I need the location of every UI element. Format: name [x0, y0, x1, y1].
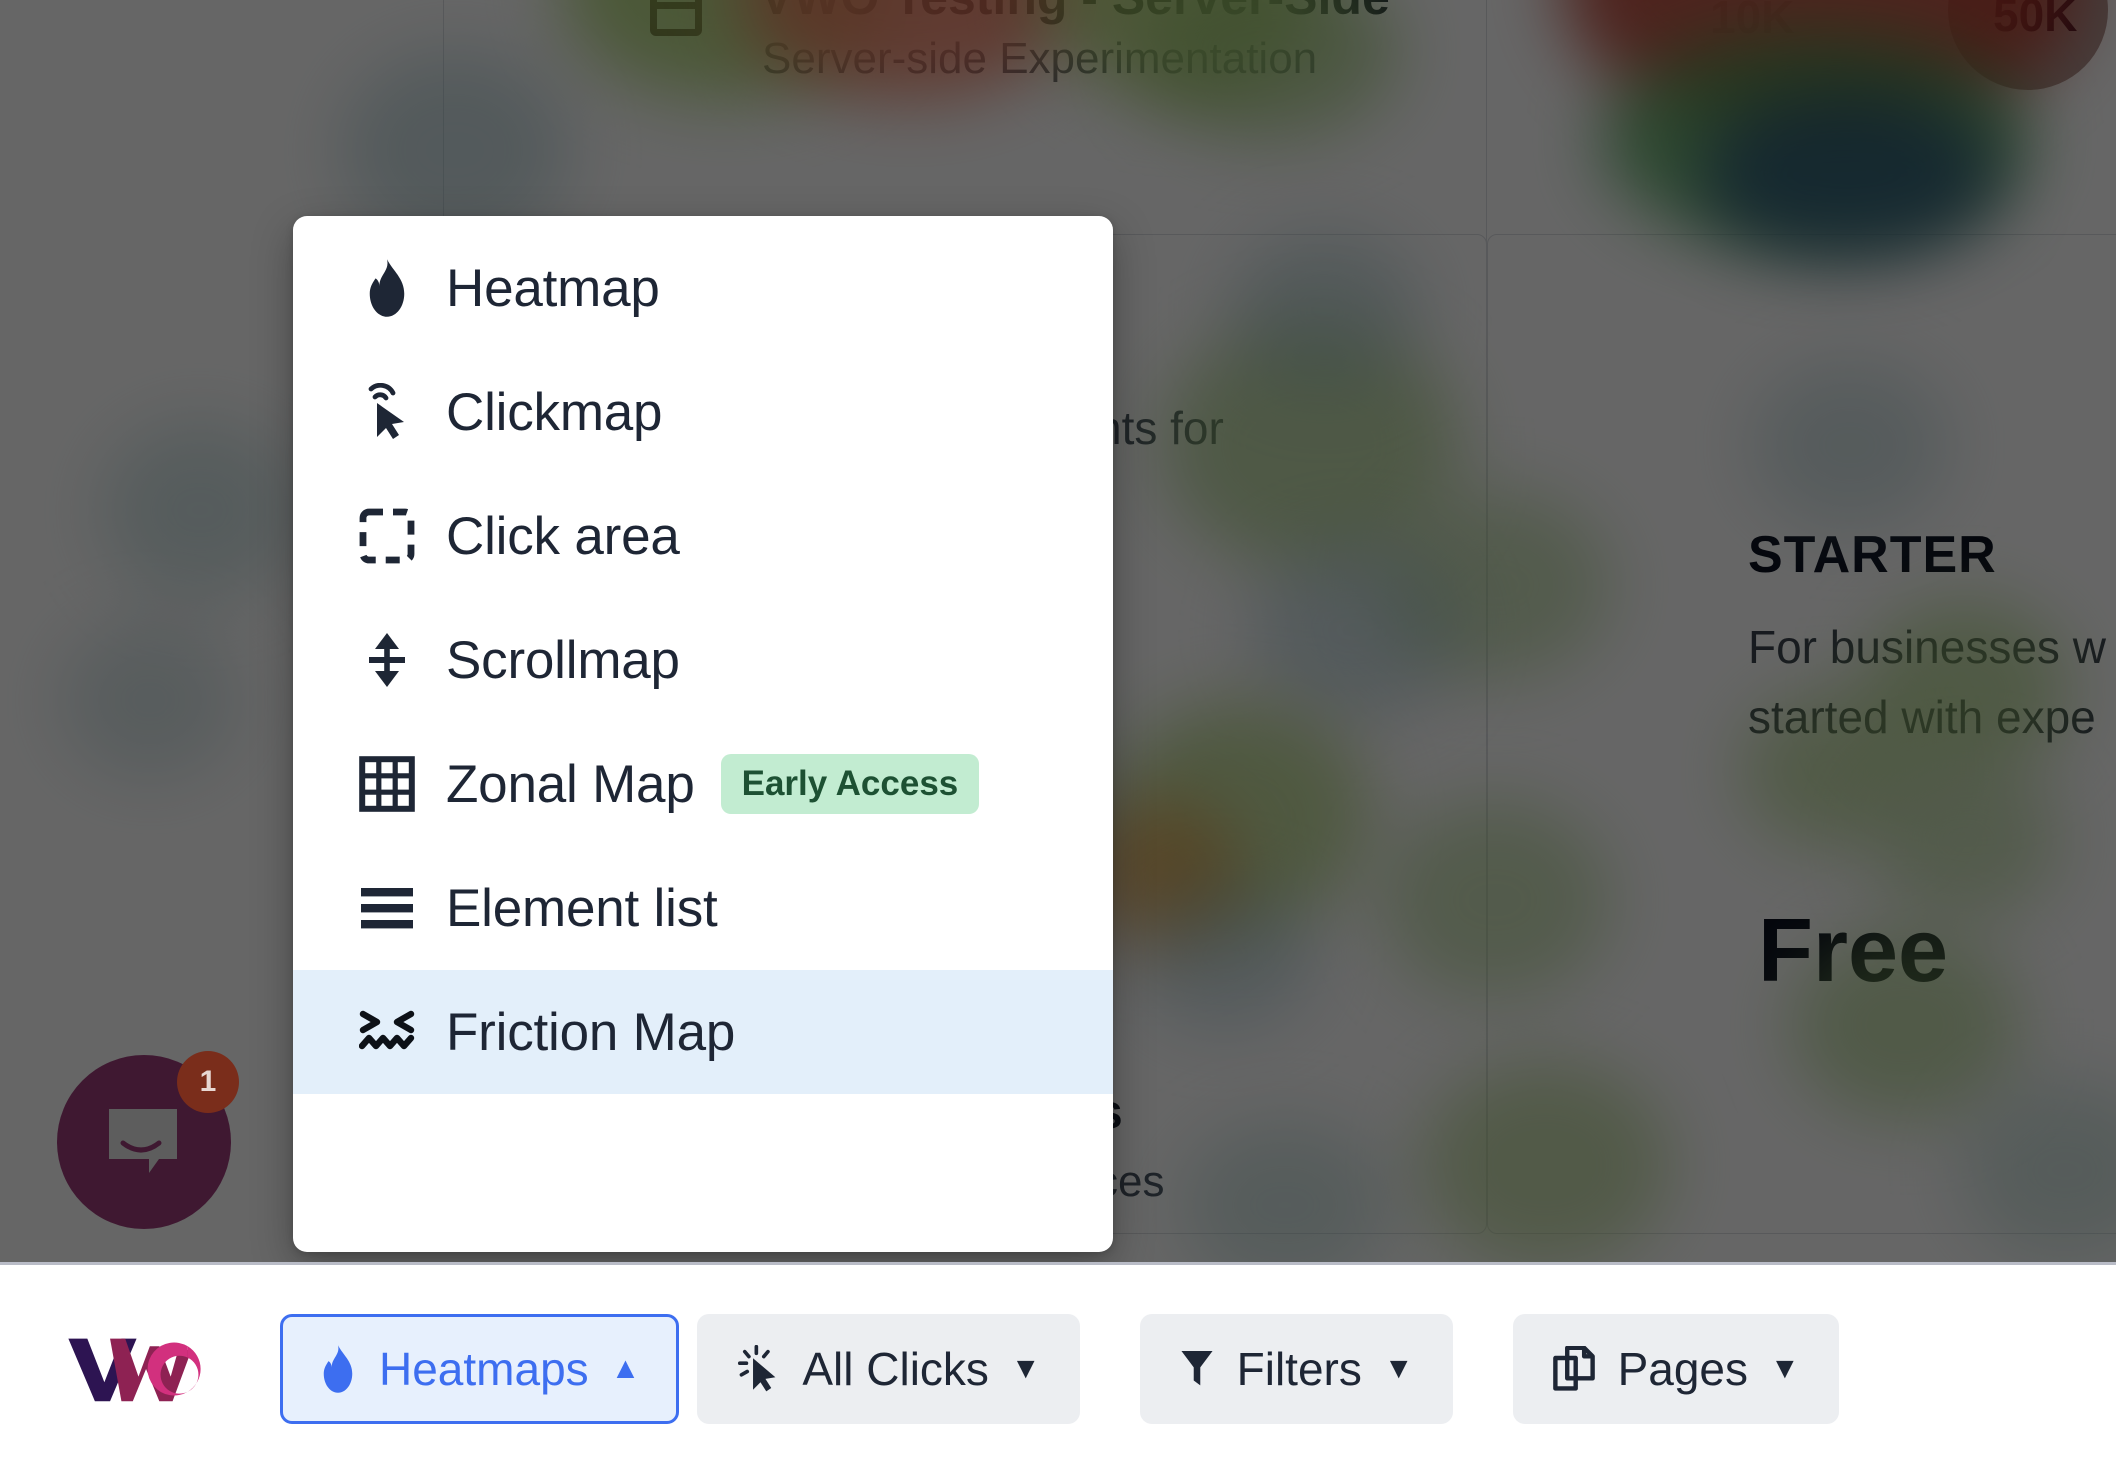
- cursor-click-icon: [356, 381, 418, 443]
- menu-item-label: Element list: [446, 878, 718, 938]
- chevron-down-icon: ▼: [1770, 1351, 1800, 1385]
- vwo-logo: [68, 1338, 201, 1401]
- menu-item-heatmap[interactable]: Heatmap: [293, 226, 1113, 350]
- menu-item-zonal-map[interactable]: Zonal Map Early Access: [293, 722, 1113, 846]
- toolbar-button-filters[interactable]: Filters ▼: [1139, 1313, 1453, 1424]
- chevron-down-icon: ▼: [1383, 1351, 1414, 1385]
- up-down-arrow-icon: [356, 629, 418, 691]
- chat-widget[interactable]: 1: [57, 1051, 239, 1229]
- toolbar-button-label: Heatmaps: [379, 1342, 589, 1395]
- squiggle-face-icon: [356, 1001, 418, 1063]
- chat-unread-badge: 1: [177, 1051, 239, 1113]
- flame-icon: [356, 257, 418, 319]
- toolbar-button-label: All Clicks: [802, 1342, 989, 1395]
- menu-item-label: Click area: [446, 506, 680, 566]
- menu-item-label: Scrollmap: [446, 630, 680, 690]
- flame-icon: [319, 1344, 357, 1394]
- bottom-toolbar: Heatmaps ▲ All Clicks ▼ Filters ▼ Pages …: [0, 1262, 2116, 1472]
- menu-item-scrollmap[interactable]: Scrollmap: [293, 598, 1113, 722]
- menu-item-label: Heatmap: [446, 258, 660, 318]
- toolbar-button-label: Filters: [1236, 1342, 1362, 1395]
- dashed-square-icon: [356, 505, 418, 567]
- toolbar-button-all-clicks[interactable]: All Clicks ▼: [697, 1313, 1080, 1424]
- chevron-down-icon: ▼: [1010, 1351, 1041, 1385]
- toolbar-button-label: Pages: [1617, 1342, 1748, 1395]
- chat-bubble-glyph-icon: [109, 1109, 177, 1173]
- menu-item-label: Zonal Map: [446, 754, 695, 814]
- list-lines-icon: [356, 877, 418, 939]
- chevron-up-icon: ▲: [610, 1351, 641, 1385]
- menu-item-clickmap[interactable]: Clickmap: [293, 350, 1113, 474]
- funnel-icon: [1179, 1347, 1215, 1391]
- heatmap-type-menu[interactable]: Heatmap Clickmap Click area Scrollmap Zo…: [293, 216, 1113, 1252]
- toolbar-button-heatmaps[interactable]: Heatmaps ▲: [280, 1313, 680, 1424]
- toolbar-button-pages[interactable]: Pages ▼: [1512, 1313, 1839, 1424]
- cursor-click-icon: [736, 1344, 780, 1393]
- menu-item-element-list[interactable]: Element list: [293, 846, 1113, 970]
- early-access-badge: Early Access: [720, 754, 980, 814]
- menu-item-label: Clickmap: [446, 382, 663, 442]
- grid-icon: [356, 753, 418, 815]
- pages-copy-icon: [1552, 1345, 1596, 1392]
- menu-item-click-area[interactable]: Click area: [293, 474, 1113, 598]
- menu-item-label: Friction Map: [446, 1002, 736, 1062]
- menu-item-friction-map[interactable]: Friction Map: [293, 970, 1113, 1094]
